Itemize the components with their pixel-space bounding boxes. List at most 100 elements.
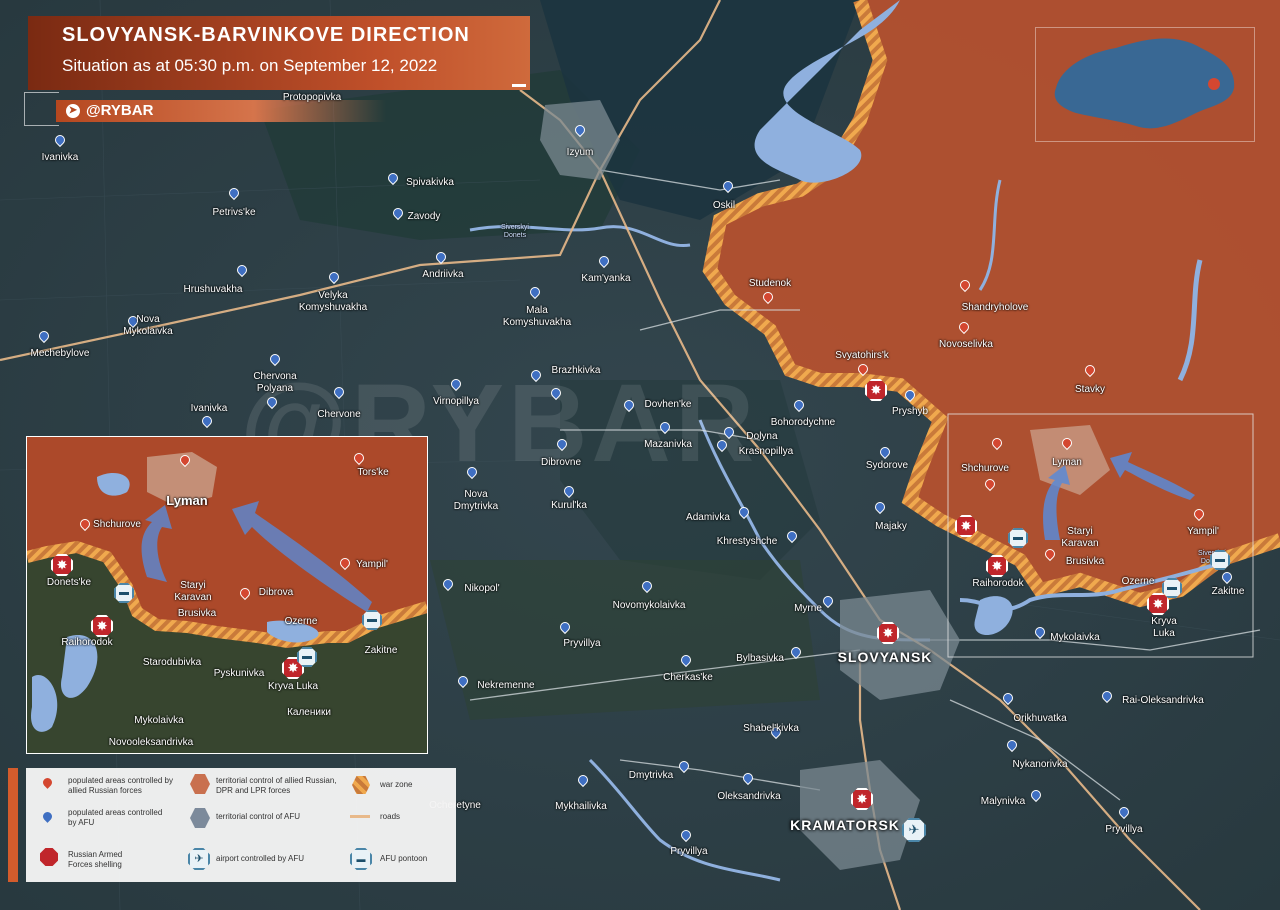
place-label: Pryvillya [1105,824,1143,835]
place-label: Bohorodychne [770,417,836,428]
pontoon-icon[interactable]: ▬ [362,610,382,630]
ru-marker-icon [41,776,54,789]
place-label: Oleksandrivka [717,791,781,802]
place-label: Dibrova [258,587,294,598]
place-label: Lyman [166,493,208,508]
pontoon-icon[interactable]: ▬ [114,583,134,603]
place-label: Novoselivka [939,339,993,350]
legend-label: AFU pontoon [380,854,428,863]
pontoon-icon[interactable]: ▬ [297,647,317,667]
place-label: Mykolaivka [134,715,184,726]
place-label: Khrestyshche [716,536,778,547]
locator-map [1035,27,1255,142]
place-label: Dibrovne [540,457,582,468]
place-label: Zakitne [364,645,398,656]
place-label: Staryi Karavan [174,580,212,603]
legend-accent-bar [8,768,18,882]
place-label: Brazhkivka [551,365,601,376]
place-label: Protopopivka [282,92,342,103]
place-label: Ozerne [1121,576,1155,587]
place-label: Velyka Komyshuvakha [298,290,368,313]
roads-icon [350,815,370,818]
legend-label: territorial control of allied Russian, D… [216,776,337,795]
place-label: Yampil' [356,559,388,570]
place-label: Chervona Polyana [253,371,297,394]
place-label: Novooleksandrivka [108,737,194,748]
place-label: Nova Dmytrivka [453,489,499,512]
legend-label: war zone [380,780,413,789]
map-stage: @RYBAR SLOVYANSK-BARVINKOVE DIRECTION Si… [0,0,1280,910]
place-label: Kryva Luka [267,681,319,692]
place-label: Nykanorivka [1012,759,1068,770]
place-label: Pryshyb [891,406,929,417]
place-label: Ivanivka [190,403,228,414]
place-label: Lyman [1052,457,1082,468]
place-label: Yampil' [1187,526,1219,537]
ukraine-outline [1054,38,1235,129]
place-label: Myrne [794,603,822,614]
place-label: Nikopol' [464,583,500,594]
place-label: Zakitne [1211,586,1245,597]
place-label: Mala Komyshuvakha [502,305,572,328]
pontoon-icon[interactable]: ▬ [1162,578,1182,598]
place-label: Svyatohirs'k [835,350,889,361]
pontoon-icon[interactable]: ▬ [1210,550,1230,570]
legend: populated areas controlled by allied Rus… [26,768,456,882]
place-label: Zavody [407,211,441,222]
place-label: Bylbasivka [736,653,784,664]
pontoon-icon[interactable]: ▬ [1008,528,1028,548]
place-label: Nekremenne [477,680,535,691]
legend-label: populated areas controlled by AFU [68,808,163,827]
ru-territory-icon [190,774,210,794]
legend-label: territorial control of AFU [216,812,301,821]
place-label: Kurul'ka [551,500,587,511]
place-label: Andriivka [422,269,464,280]
place-label: Sydorove [865,460,909,471]
place-label: Shchurove [93,519,141,530]
shelling-icon [40,848,58,866]
place-label: Petrivs'ke [212,207,256,218]
place-label: Dmytrivka [628,770,674,781]
inset-map-svg [27,437,427,753]
place-label: Raihorodok [61,637,113,648]
place-label: Hrushuvakha [183,284,243,295]
title-divider [512,84,526,87]
legend-label: populated areas controlled by allied Rus… [68,776,173,795]
place-label: Majaky [875,521,907,532]
place-label: Ivanivka [41,152,79,163]
handle-frame [24,92,59,126]
place-label: Donets'ke [46,577,92,588]
place-label: Mykhailivka [555,801,607,812]
war-zone-icon [352,776,370,794]
map-title: SLOVYANSK-BARVINKOVE DIRECTION [62,24,470,46]
place-label: Studenok [748,278,792,289]
place-label: Adamivka [686,512,730,523]
place-label: Novomykolaivka [612,600,686,611]
place-label: Orikhuvatka [1013,713,1067,724]
airport-icon: ✈ [188,848,210,870]
place-label: Каленики [287,707,331,718]
place-label: Rai-Oleksandrivka [1122,695,1204,706]
place-label: Ozerne [284,616,318,627]
legend-label: roads [380,812,401,821]
city-label: KRAMATORSK [790,817,900,833]
place-label: Mykolaivka [1050,632,1100,643]
place-label: Stavky [1074,384,1106,395]
shelling-icon[interactable]: ✸ [1147,593,1169,615]
place-label: Izyum [566,147,594,158]
place-label: Starodubivka [142,657,202,668]
place-label: Pryvillya [563,638,601,649]
place-label: Nova Mykolaivka [123,314,173,337]
place-label: Mechebylove [30,348,90,359]
place-label: Krasnopillya [738,446,794,457]
place-label: Shandryholove [961,302,1029,313]
place-label: Brusivka [177,608,217,619]
place-label: Staryi Karavan [1061,526,1099,549]
place-label: Brusivka [1065,556,1105,567]
handle-text: @RYBAR [86,102,154,119]
city-label: SLOVYANSK [837,649,933,665]
lyman-inset-map: Tors'ke Lyman Shchurove Yampil' ✸ Donets… [26,436,428,754]
legend-label: airport controlled by AFU [216,854,305,863]
place-label: Pryvillya [670,846,708,857]
place-label: Shabel'kivka [743,723,799,734]
